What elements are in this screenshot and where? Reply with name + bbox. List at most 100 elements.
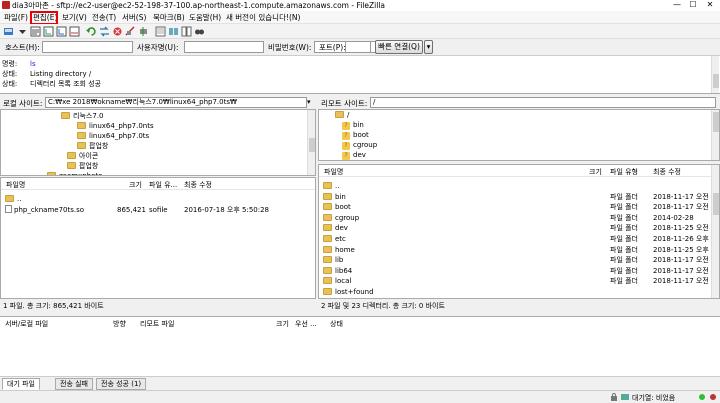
remote-file-list[interactable]: 파일명 크기 파일 유형 최종 수정 .. bin 파일 폴더 2018-11-17 … bbox=[318, 164, 720, 299]
search-remote-files-icon[interactable] bbox=[194, 26, 205, 37]
queue-col-status[interactable]: 상태 bbox=[330, 319, 343, 329]
close-button[interactable]: ✕ bbox=[702, 0, 718, 11]
column-modified[interactable]: 최종 수정 bbox=[653, 167, 681, 177]
directory-listing-filters-icon[interactable] bbox=[155, 26, 166, 37]
menu-server[interactable]: 서버(S) bbox=[122, 11, 146, 24]
reconnect-icon[interactable] bbox=[138, 26, 149, 37]
tree-item[interactable]: 팝업창 bbox=[67, 162, 98, 171]
column-type[interactable]: 파일 유형 bbox=[610, 167, 638, 177]
folder-icon bbox=[77, 132, 86, 139]
host-label: 호스트(H): bbox=[5, 43, 40, 52]
tree-item[interactable]: 리눅스7.0 bbox=[61, 112, 103, 121]
column-size[interactable]: 크기 bbox=[589, 167, 602, 177]
maximize-button[interactable]: ☐ bbox=[685, 0, 701, 11]
tree-item[interactable]: zoomxphoto bbox=[47, 172, 102, 175]
tree-item[interactable]: linux64_php7.0nts bbox=[77, 122, 154, 131]
menu-help[interactable]: 도움말(H) bbox=[189, 11, 221, 24]
menu-transfer[interactable]: 전송(T) bbox=[92, 11, 116, 24]
tree-item[interactable]: ? dev bbox=[342, 151, 366, 160]
tab-queued-files[interactable]: 대기 파일 bbox=[2, 378, 40, 390]
tree-item[interactable]: ? boot bbox=[342, 131, 369, 140]
cancel-operation-icon[interactable] bbox=[112, 26, 123, 37]
table-row[interactable]: php_ckname70ts.so 865,421 sofile 2016-07… bbox=[1, 205, 315, 215]
remote-tree-icon[interactable] bbox=[56, 26, 67, 37]
table-row[interactable]: lib 파일 폴더 2018-11-17 오전 bbox=[319, 255, 711, 265]
directory-compare-icon[interactable] bbox=[181, 26, 192, 37]
local-tree-scrollbar-thumb[interactable] bbox=[309, 138, 315, 152]
menu-bookmarks[interactable]: 북마크(B) bbox=[153, 11, 185, 24]
site-manager-icon[interactable] bbox=[3, 26, 14, 37]
remote-list-scrollbar-thumb[interactable] bbox=[713, 193, 719, 215]
tree-item[interactable]: linux64_php7.0ts bbox=[77, 132, 149, 141]
table-row[interactable]: etc 파일 폴더 2018-11-26 오후 bbox=[319, 234, 711, 244]
transfer-queue[interactable]: 서버/로컬 파일 방향 리모트 파일 크기 우선 ... 상태 bbox=[0, 316, 720, 376]
queue-col-priority[interactable]: 우선 ... bbox=[295, 319, 317, 329]
tab-failed-transfers[interactable]: 전송 실패 bbox=[55, 378, 93, 390]
column-filename[interactable]: 파일명 bbox=[6, 180, 25, 190]
local-file-list[interactable]: 파일명 크기 파일 유... 최종 수정 .. php_ckname70ts.s… bbox=[0, 177, 316, 299]
column-type[interactable]: 파일 유... bbox=[149, 180, 177, 190]
folder-icon bbox=[323, 192, 332, 200]
menu-view[interactable]: 보기(V) bbox=[62, 11, 87, 24]
menu-file[interactable]: 파일(F) bbox=[4, 11, 28, 24]
process-queue-icon[interactable] bbox=[99, 26, 110, 37]
remote-tree-scrollbar[interactable] bbox=[711, 110, 719, 160]
file-modified: 2018-11-17 오전 bbox=[653, 266, 709, 275]
quickconnect-dropdown-button[interactable]: ▾ bbox=[424, 40, 433, 54]
local-path-input[interactable]: C:₩xe 2018₩okname₩리눅스7.0₩linux64_php7.0t… bbox=[45, 97, 307, 108]
local-tree-icon[interactable] bbox=[43, 26, 54, 37]
username-label: 사용자명(U): bbox=[137, 43, 179, 52]
tree-item[interactable]: 팝업창 bbox=[77, 142, 108, 151]
queue-col-direction[interactable]: 방향 bbox=[113, 319, 126, 329]
transfer-queue-icon[interactable] bbox=[69, 26, 80, 37]
remote-list-scrollbar[interactable] bbox=[711, 165, 719, 298]
queue-col-size[interactable]: 크기 bbox=[276, 319, 289, 329]
tree-item[interactable]: / bbox=[335, 111, 349, 120]
minimize-button[interactable]: — bbox=[669, 0, 685, 11]
remote-tree-scrollbar-thumb[interactable] bbox=[713, 112, 719, 132]
folder-icon bbox=[77, 142, 86, 149]
remote-path-input[interactable]: / bbox=[370, 97, 716, 108]
column-size[interactable]: 크기 bbox=[129, 180, 142, 190]
message-log-icon[interactable] bbox=[30, 26, 41, 37]
local-directory-tree[interactable]: 리눅스7.0 linux64_php7.0nts linux64_php7.0t… bbox=[0, 109, 316, 176]
remote-site-bar: 리모트 사이트: / bbox=[318, 96, 720, 109]
tree-item[interactable]: ? cgroup bbox=[342, 141, 377, 150]
local-tree-scrollbar[interactable] bbox=[307, 110, 315, 175]
log-scrollbar[interactable] bbox=[711, 56, 719, 93]
column-filename[interactable]: 파일명 bbox=[324, 167, 343, 177]
table-row[interactable]: lost+found bbox=[319, 287, 711, 297]
folder-icon bbox=[5, 195, 14, 202]
message-log[interactable]: 명령: ls 상태: Listing directory / 상태: 디렉터리 목록 … bbox=[0, 56, 720, 94]
username-input[interactable] bbox=[184, 41, 264, 53]
transfer-led-download-icon bbox=[710, 394, 716, 400]
disconnect-icon[interactable] bbox=[125, 26, 136, 37]
host-input[interactable] bbox=[42, 41, 133, 53]
dropdown-arrow-icon[interactable] bbox=[17, 26, 28, 37]
table-row[interactable]: bin 파일 폴더 2018-11-17 오전 bbox=[319, 192, 711, 202]
table-row[interactable]: dev 파일 폴더 2018-11-25 오전 bbox=[319, 223, 711, 233]
port-input[interactable] bbox=[345, 41, 371, 53]
table-row[interactable]: local 파일 폴더 2018-11-17 오전 bbox=[319, 276, 711, 286]
table-row[interactable]: .. bbox=[1, 194, 315, 204]
table-row[interactable]: home 파일 폴더 2018-11-25 오후 bbox=[319, 245, 711, 255]
file-modified: 2018-11-17 오전 bbox=[653, 203, 709, 212]
tree-item[interactable]: ? bin bbox=[342, 121, 364, 130]
tree-item[interactable]: 아이콘 bbox=[67, 152, 98, 161]
queue-col-remote[interactable]: 리모트 파일 bbox=[140, 319, 174, 329]
remote-directory-tree[interactable]: / ? bin ? boot ? cgroup ? dev bbox=[318, 109, 720, 161]
table-row[interactable]: lib64 파일 폴더 2018-11-17 오전 bbox=[319, 266, 711, 276]
quickconnect-button[interactable]: 빠른 연결(Q) bbox=[375, 40, 423, 54]
table-row[interactable]: boot 파일 폴더 2018-11-17 오전 bbox=[319, 202, 711, 212]
log-scrollbar-thumb[interactable] bbox=[713, 74, 719, 88]
file-modified: 2014-02-28 bbox=[653, 213, 694, 222]
queue-col-file[interactable]: 서버/로컬 파일 bbox=[5, 319, 48, 329]
tab-successful-transfers[interactable]: 전송 성공 (1) bbox=[96, 378, 147, 390]
table-row[interactable]: .. bbox=[319, 181, 711, 191]
local-path-dropdown-icon[interactable]: ▾ bbox=[307, 98, 311, 106]
column-modified[interactable]: 최종 수정 bbox=[184, 180, 212, 190]
table-row[interactable]: cgroup 파일 폴더 2014-02-28 bbox=[319, 213, 711, 223]
menu-new-version[interactable]: 새 버전이 있습니다!(N) bbox=[226, 11, 300, 24]
toggle-sync-browsing-icon[interactable] bbox=[168, 26, 179, 37]
refresh-icon[interactable] bbox=[86, 26, 97, 37]
